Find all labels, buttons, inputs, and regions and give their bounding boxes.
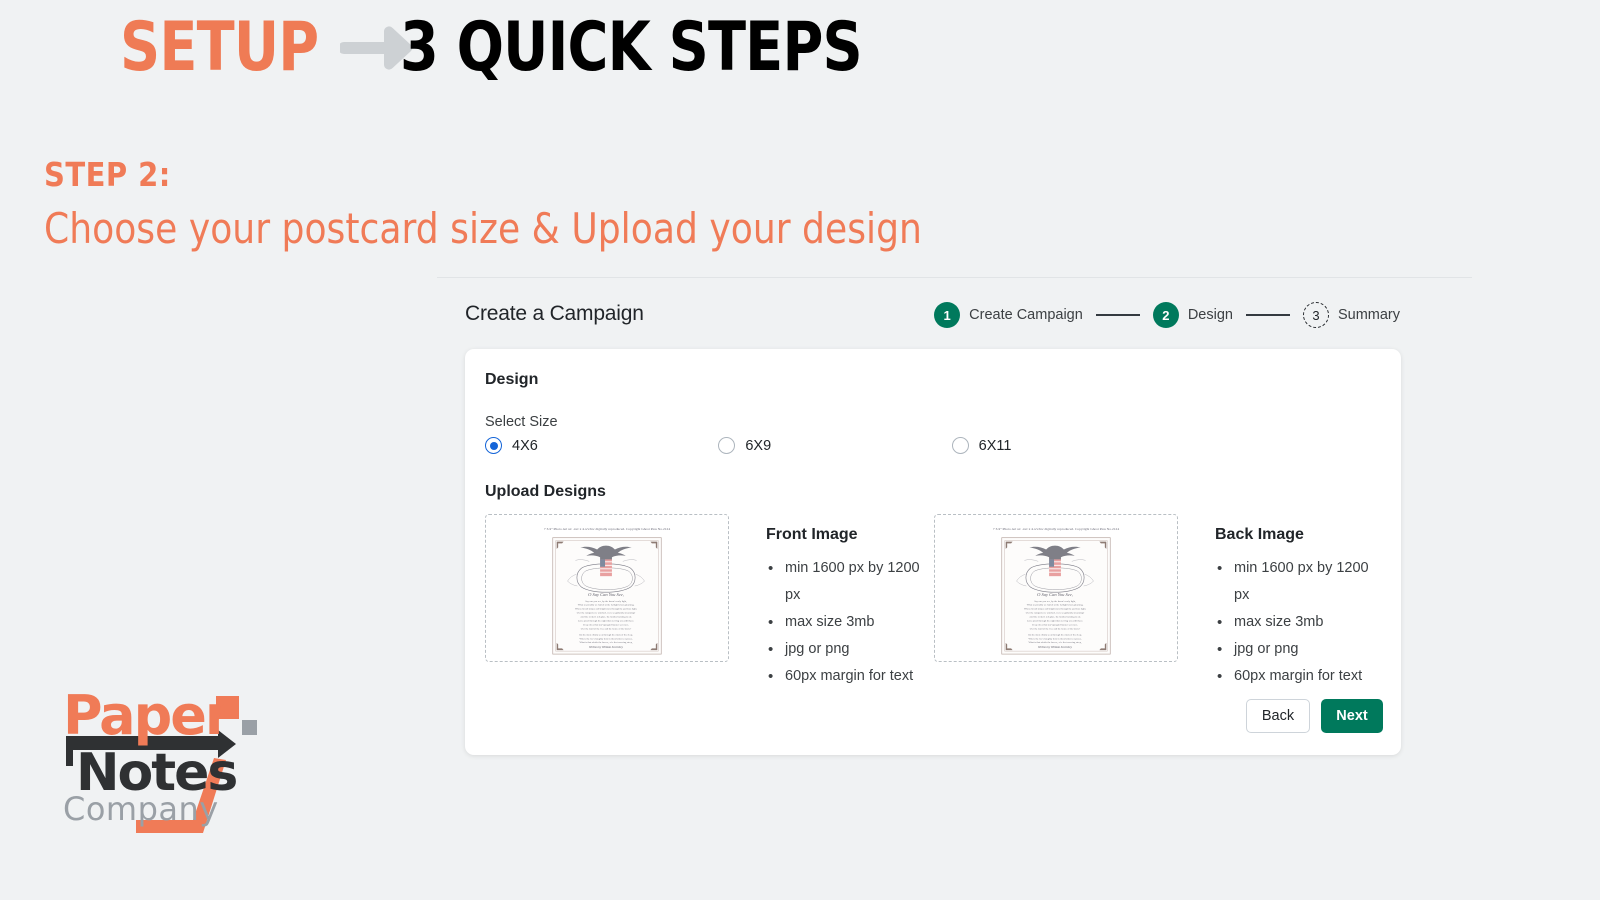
radio-icon-6x11[interactable] [951, 437, 969, 454]
content-divider [437, 277, 1472, 278]
svg-text:O say does that star-spangled: O say does that star-spangled banner yet… [583, 623, 629, 626]
back-image-spec-list: min 1600 px by 1200 px max size 3mb jpg … [1215, 555, 1383, 690]
svg-text:7 3/4” Photo Art sz: .xsv x 4.: 7 3/4” Photo Art sz: .xsv x 4.wv/hw digi… [544, 527, 670, 531]
upload-designs-label: Upload Designs [485, 483, 606, 500]
svg-text:Written by William Scott Key: Written by William Scott Key [1038, 645, 1073, 649]
stepper-circle-1: 1 [934, 302, 961, 328]
svg-text:Whose broad stripes and bright: Whose broad stripes and bright stars thr… [575, 608, 637, 611]
svg-text:Paper: Paper [63, 684, 232, 747]
front-image-preview: 7 3/4” Photo Art sz: .xsv x 4.wv/hw digi… [486, 515, 728, 661]
front-image-spec-list: min 1600 px by 1200 px max size 3mb jpg … [766, 555, 934, 690]
select-size-label: Select Size [485, 414, 558, 430]
stepper-connector-1 [1095, 314, 1140, 316]
back-image-title: Back Image [1215, 526, 1304, 543]
back-button[interactable]: Back [1246, 699, 1310, 733]
front-image-dropzone[interactable]: 7 3/4” Photo Art sz: .xsv x 4.wv/hw digi… [485, 514, 729, 662]
svg-text:Say can you see, by the dawn's: Say can you see, by the dawn's early lig… [585, 600, 627, 603]
stepper-label-2: Design [1187, 307, 1233, 323]
front-image-specs: Front Image min 1600 px by 1200 px max s… [729, 514, 934, 690]
list-item: min 1600 px by 1200 px [768, 555, 934, 609]
step-subtitle: Choose your postcard size & Upload your … [44, 204, 922, 253]
size-option-4x6[interactable]: 4X6 [485, 437, 718, 454]
svg-text:Say can you see, by the dawn's: Say can you see, by the dawn's early lig… [1034, 600, 1076, 603]
svg-text:O say does that star-spangled: O say does that star-spangled banner yet… [1032, 623, 1078, 626]
svg-text:O'er the land of the free and: O'er the land of the free and the home o… [1030, 627, 1081, 630]
svg-text:What so proudly we hailed at t: What so proudly we hailed at the twiligh… [578, 604, 635, 607]
stepper-step-1[interactable]: 1 Create Campaign [934, 302, 1083, 328]
svg-text:Company: Company [63, 790, 219, 828]
svg-text:And the rocket's red glare, th: And the rocket's red glare, the bombs bu… [580, 616, 632, 619]
size-option-label-6x11: 6X11 [978, 437, 1012, 454]
brand-logo: Paper Notes Company [63, 684, 257, 833]
back-image-group: 7 3/4” Photo Art sz: .xsv x 4.wv/hw digi… [934, 514, 1383, 690]
svg-text:What so proudly we hailed at t: What so proudly we hailed at the twiligh… [1027, 604, 1084, 607]
progress-stepper: 1 Create Campaign 2 Design 3 Summary [934, 302, 1400, 328]
design-section-title: Design [485, 371, 539, 388]
back-image-preview: 7 3/4” Photo Art sz: .xsv x 4.wv/hw digi… [935, 515, 1177, 661]
step-heading: STEP 2: Choose your postcard size & Uplo… [44, 155, 1065, 257]
stepper-circle-3: 3 [1302, 302, 1329, 328]
list-item: max size 3mb [768, 609, 934, 636]
stepper-connector-2 [1245, 314, 1290, 316]
list-item: jpg or png [768, 636, 934, 663]
svg-text:On the shore dimly seen throug: On the shore dimly seen through the mist… [579, 633, 633, 636]
svg-text:7 3/4” Photo Art sz: .xsv x 4.: 7 3/4” Photo Art sz: .xsv x 4.wv/hw digi… [993, 527, 1119, 531]
back-image-specs: Back Image min 1600 px by 1200 px max si… [1178, 514, 1383, 690]
banner-setup-word: SETUP [120, 8, 319, 87]
list-item: 60px margin for text [1217, 663, 1383, 690]
banner-steps-word: 3 QUICK STEPS [399, 8, 863, 87]
page-title: Create a Campaign [465, 302, 644, 325]
stepper-label-3: Summary [1337, 307, 1400, 323]
svg-text:On the shore dimly seen throug: On the shore dimly seen through the mist… [1028, 633, 1082, 636]
svg-text:Written by William Scott Key: Written by William Scott Key [589, 645, 624, 649]
svg-text:Whose broad stripes and bright: Whose broad stripes and bright stars thr… [1024, 608, 1086, 611]
radio-icon-4x6[interactable] [485, 437, 502, 454]
size-option-label-6x9: 6X9 [745, 437, 772, 454]
svg-text:Gave proof through the night t: Gave proof through the night that our fl… [1027, 620, 1083, 623]
next-button[interactable]: Next [1321, 699, 1383, 733]
upload-area: 7 3/4” Photo Art sz: .xsv x 4.wv/hw digi… [485, 514, 1383, 690]
list-item: 60px margin for text [768, 663, 934, 690]
list-item: min 1600 px by 1200 px [1217, 555, 1383, 609]
stepper-circle-2: 2 [1152, 302, 1179, 328]
stepper-step-3[interactable]: 3 Summary [1302, 302, 1400, 328]
design-card: Design Select Size 4X6 6X9 6X11 Upload D… [465, 349, 1401, 755]
size-option-6x9[interactable]: 6X9 [718, 437, 951, 454]
front-image-group: 7 3/4” Photo Art sz: .xsv x 4.wv/hw digi… [485, 514, 934, 690]
svg-text:Gave proof through the night t: Gave proof through the night that our fl… [578, 620, 634, 623]
app-topbar: Create a Campaign 1 Create Campaign 2 De… [437, 290, 1402, 346]
svg-text:Where the foe's haughty host i: Where the foe's haughty host in dread si… [579, 637, 632, 640]
app-region: Create a Campaign 1 Create Campaign 2 De… [437, 290, 1402, 346]
stepper-label-1: Create Campaign [969, 307, 1083, 323]
svg-text:What is that which the breeze,: What is that which the breeze, o'er the … [579, 641, 632, 644]
svg-text:O'er the ramparts we watched,: O'er the ramparts we watched, were so ga… [1026, 612, 1085, 615]
header-banner: SETUP 3 QUICK STEPS [120, 14, 963, 82]
size-option-label-4x6: 4X6 [512, 437, 538, 454]
svg-text:What is that which the breeze,: What is that which the breeze, o'er the … [1028, 641, 1081, 644]
svg-text:O'er the ramparts we watched,: O'er the ramparts we watched, were so ga… [577, 612, 636, 615]
front-image-title: Front Image [766, 526, 858, 543]
size-option-6x11[interactable]: 6X11 [951, 437, 1185, 454]
stepper-step-2[interactable]: 2 Design [1152, 302, 1233, 328]
list-item: jpg or png [1217, 636, 1383, 663]
svg-text:And the rocket's red glare, th: And the rocket's red glare, the bombs bu… [1029, 616, 1081, 619]
step-label: STEP 2: [44, 155, 171, 194]
back-image-dropzone[interactable]: 7 3/4” Photo Art sz: .xsv x 4.wv/hw digi… [934, 514, 1178, 662]
radio-icon-6x9[interactable] [718, 437, 736, 454]
size-radio-group: 4X6 6X9 6X11 [485, 437, 1185, 454]
card-actions: Back Next [1246, 699, 1383, 733]
svg-text:Where the foe's haughty host i: Where the foe's haughty host in dread si… [1028, 637, 1081, 640]
list-item: max size 3mb [1217, 609, 1383, 636]
svg-text:O'er the land of the free and: O'er the land of the free and the home o… [581, 627, 632, 630]
